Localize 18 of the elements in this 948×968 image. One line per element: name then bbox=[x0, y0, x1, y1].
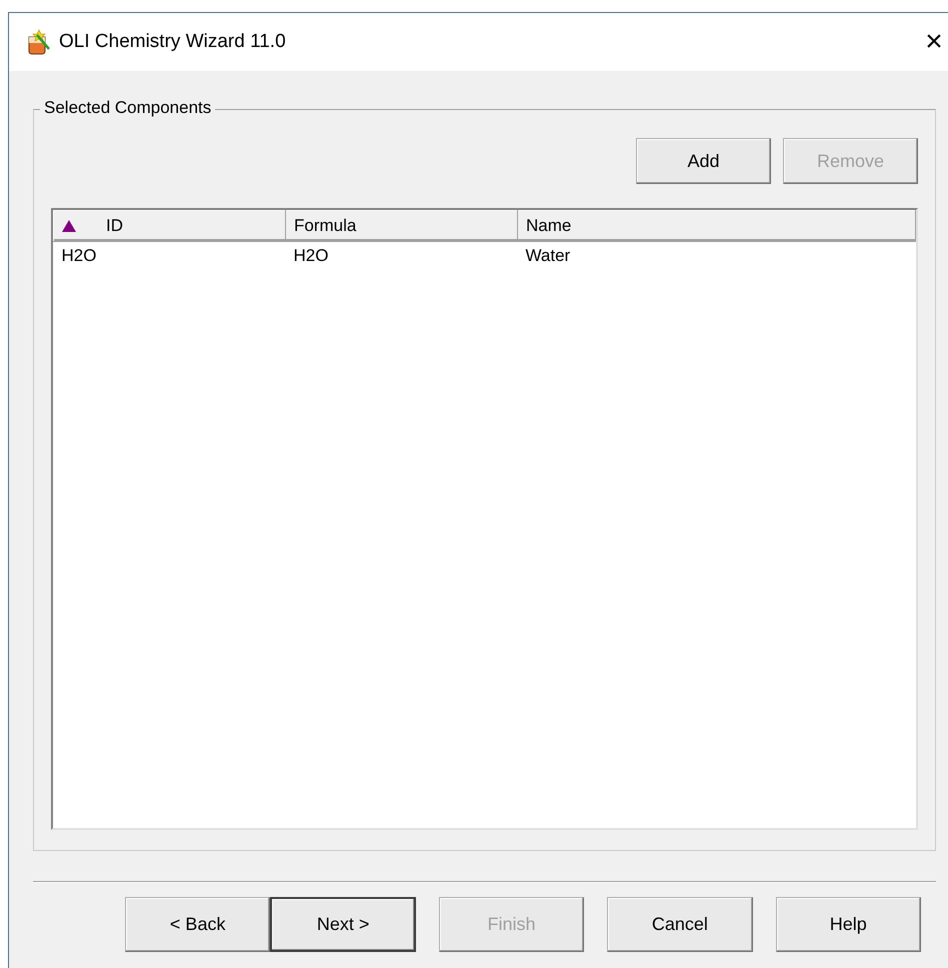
table-cell: Water bbox=[518, 242, 916, 270]
header-label: Name bbox=[526, 216, 572, 236]
column-header[interactable]: Formula bbox=[286, 210, 518, 242]
header-label: Formula bbox=[294, 216, 356, 236]
button[interactable]: Cancel bbox=[607, 897, 753, 952]
table-cell: H2O bbox=[54, 242, 286, 270]
button[interactable]: Add bbox=[636, 138, 771, 184]
header-label: ID bbox=[106, 216, 123, 236]
column-header[interactable]: ID bbox=[54, 210, 286, 242]
table-cell: H2O bbox=[286, 242, 518, 270]
window-title: OLI Chemistry Wizard 11.0 bbox=[59, 31, 287, 53]
button[interactable]: Next > bbox=[270, 897, 416, 952]
button[interactable]: < Back bbox=[125, 897, 270, 952]
sort-ascending-icon bbox=[62, 220, 76, 232]
group-title: Selected Components bbox=[40, 98, 216, 118]
column-header[interactable]: Name bbox=[518, 210, 916, 242]
close-button[interactable]: × bbox=[916, 27, 948, 57]
button[interactable]: Help bbox=[776, 897, 921, 952]
